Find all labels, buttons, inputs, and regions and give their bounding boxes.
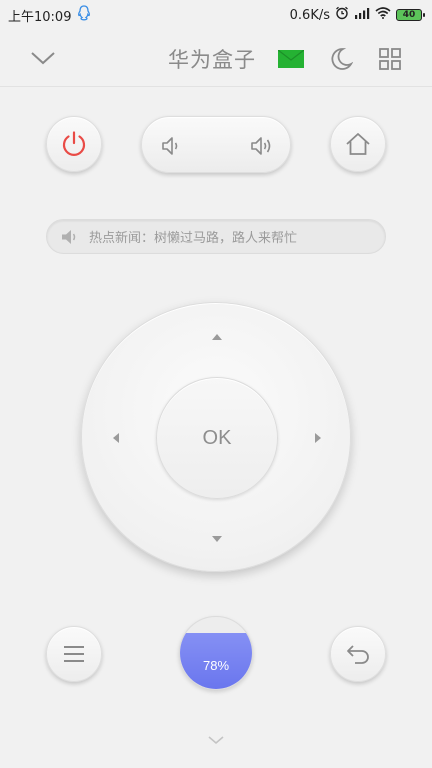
expand-button[interactable] <box>204 730 228 750</box>
menu-button[interactable] <box>46 626 102 682</box>
signal-icon <box>354 7 370 23</box>
menu-icon <box>64 646 84 662</box>
memory-boost-button[interactable]: 78% <box>179 616 253 690</box>
news-ticker[interactable]: 热点新闻：树懒过马路，路人来帮忙 <box>46 219 386 254</box>
battery-level: 40 <box>402 9 416 20</box>
ok-button[interactable]: OK <box>156 377 278 499</box>
status-time: 上午10:09 <box>8 9 72 25</box>
grid-icon <box>379 48 401 70</box>
memory-percent: 78% <box>202 657 230 673</box>
back-icon <box>347 645 369 664</box>
volume-control <box>141 116 291 173</box>
volume-up-icon <box>251 136 271 155</box>
arrow-down-icon <box>212 536 222 542</box>
night-mode-button[interactable] <box>326 44 356 74</box>
news-text: 热点新闻：树懒过马路，路人来帮忙 <box>89 231 298 246</box>
apps-button[interactable] <box>375 44 405 74</box>
dpad-down-button[interactable] <box>197 519 237 559</box>
message-button[interactable] <box>277 49 305 69</box>
alarm-icon <box>335 6 349 24</box>
battery-icon: 40 <box>396 9 425 21</box>
status-right: 0.6K/s 40 <box>289 6 425 24</box>
home-icon <box>346 133 370 155</box>
chevron-down-icon <box>31 52 55 65</box>
speaker-icon <box>62 229 76 244</box>
home-button[interactable] <box>330 116 386 172</box>
header: 华为盒子 <box>0 30 432 86</box>
status-left: 上午10:09 <box>8 5 91 25</box>
volume-up-button[interactable] <box>232 117 292 174</box>
dpad: OK <box>81 302 351 572</box>
arrow-up-icon <box>212 334 222 340</box>
dpad-right-button[interactable] <box>298 418 338 458</box>
network-speed: 0.6K/s <box>289 7 330 23</box>
wifi-icon <box>375 7 391 23</box>
volume-down-icon <box>162 136 178 155</box>
qq-icon <box>77 5 91 25</box>
volume-down-button[interactable] <box>142 117 202 174</box>
moon-icon <box>331 48 353 70</box>
collapse-button[interactable] <box>28 44 58 72</box>
power-icon <box>62 131 86 156</box>
status-bar: 上午10:09 0.6K/s 40 <box>0 0 432 30</box>
device-title: 华为盒子 <box>168 48 256 72</box>
dpad-up-button[interactable] <box>197 317 237 357</box>
back-button[interactable] <box>330 626 386 682</box>
message-icon <box>278 50 304 68</box>
chevron-down-icon <box>208 736 224 745</box>
arrow-right-icon <box>315 433 321 443</box>
arrow-left-icon <box>113 433 119 443</box>
power-button[interactable] <box>46 116 102 172</box>
dpad-left-button[interactable] <box>96 418 136 458</box>
header-divider <box>0 86 432 87</box>
